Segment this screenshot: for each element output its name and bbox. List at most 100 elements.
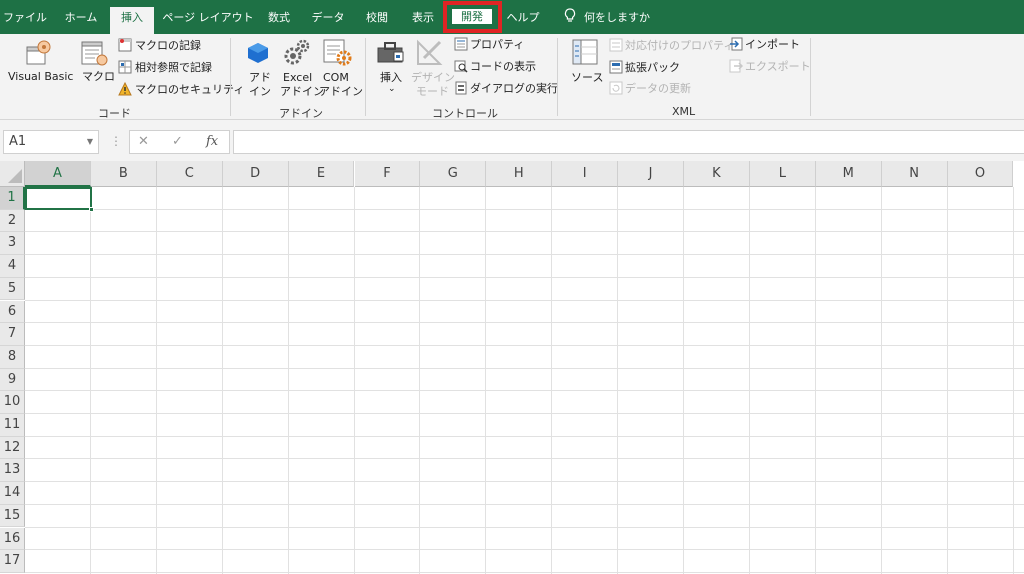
row-gridline (25, 322, 1024, 324)
row-header-3[interactable]: 3 (0, 232, 25, 256)
row-header-12[interactable]: 12 (0, 436, 25, 460)
row-header-15[interactable]: 15 (0, 504, 25, 528)
row-header-1[interactable]: 1 (0, 187, 25, 210)
row-header-13[interactable]: 13 (0, 459, 25, 483)
row-header-7[interactable]: 7 (0, 323, 25, 346)
row-header-14[interactable]: 14 (0, 482, 25, 505)
export-button[interactable]: エクスポート (745, 60, 811, 73)
xml-source-button[interactable]: ソース (571, 71, 603, 84)
column-header-N[interactable]: N (881, 161, 948, 187)
tab-file[interactable]: ファイル (3, 9, 47, 27)
select-all-button[interactable] (0, 161, 25, 187)
column-header-G[interactable]: G (420, 161, 487, 187)
row-gridline (25, 503, 1024, 505)
excel-addins-gear-icon (284, 39, 310, 65)
name-box[interactable]: A1 ▼ (3, 130, 99, 154)
column-gridline (419, 187, 421, 574)
addins-icon (248, 43, 268, 63)
column-header-D[interactable]: D (222, 161, 289, 187)
tab-data[interactable]: データ (308, 9, 348, 27)
row-header-5[interactable]: 5 (0, 277, 25, 301)
chevron-down-icon[interactable]: ⌄ (388, 83, 396, 96)
column-header-C[interactable]: C (156, 161, 223, 187)
properties-button[interactable]: プロパティ (470, 38, 524, 51)
map-properties-button[interactable]: 対応付けのプロパティ (625, 39, 734, 52)
column-header-J[interactable]: J (618, 161, 684, 187)
column-header-F[interactable]: F (354, 161, 421, 187)
row-header-16[interactable]: 16 (0, 527, 25, 551)
column-header-O[interactable]: O (947, 161, 1014, 187)
record-macro-button[interactable]: マクロの記録 (135, 39, 201, 52)
formula-input[interactable] (233, 130, 1024, 154)
tab-formulas[interactable]: 数式 (262, 9, 296, 27)
import-button[interactable]: インポート (745, 38, 800, 51)
xml-source-icon (572, 39, 598, 65)
tab-page-layout[interactable]: ページ レイアウト (162, 9, 254, 27)
tab-review[interactable]: 校閲 (360, 9, 394, 27)
vertical-ellipsis-icon[interactable]: ⋮ (110, 134, 122, 148)
addins-label-1[interactable]: アド (249, 71, 271, 84)
row-header-2[interactable]: 2 (0, 209, 25, 233)
row-header-6[interactable]: 6 (0, 300, 25, 324)
column-gridline (221, 187, 223, 574)
macros-button[interactable]: マクロ (82, 70, 115, 83)
tab-developer[interactable]: 開発 (452, 9, 492, 24)
addins-label-2[interactable]: イン (249, 85, 271, 98)
column-header-L[interactable]: L (749, 161, 816, 187)
row-header-9[interactable]: 9 (0, 368, 25, 392)
refresh-data-button[interactable]: データの更新 (625, 82, 691, 95)
row-header-17[interactable]: 17 (0, 550, 25, 573)
cancel-icon[interactable]: ✕ (138, 134, 149, 149)
column-header-E[interactable]: E (288, 161, 355, 187)
column-header-I[interactable]: I (552, 161, 619, 187)
design-mode-icon (417, 39, 443, 65)
insert-function-icon[interactable]: fx (206, 134, 218, 149)
column-gridline (287, 187, 289, 574)
tab-view[interactable]: 表示 (406, 9, 440, 27)
row-gridline (25, 367, 1024, 369)
view-code-button[interactable]: コードの表示 (470, 60, 536, 73)
relative-reference-button[interactable]: 相対参照で記録 (135, 61, 212, 74)
com-addins-label-1[interactable]: COM (323, 71, 349, 84)
relative-reference-icon (118, 60, 132, 74)
xml-group-label: XML (672, 105, 696, 118)
group-divider (557, 38, 558, 116)
row-gridline (25, 231, 1024, 233)
row-header-8[interactable]: 8 (0, 345, 25, 369)
expansion-packs-icon (609, 60, 623, 74)
column-header-K[interactable]: K (684, 161, 750, 187)
excel-addins-label-1[interactable]: Excel (283, 71, 312, 84)
excel-addins-label-2[interactable]: アドイン (280, 85, 324, 98)
column-header-M[interactable]: M (815, 161, 882, 187)
tab-home[interactable]: ホーム (58, 9, 104, 27)
fill-handle[interactable] (89, 207, 94, 212)
macro-security-button[interactable]: マクロのセキュリティ (135, 83, 244, 96)
formula-bar: A1 ▼ ⋮ ✕ ✓ fx (0, 120, 1024, 161)
row-gridline (25, 299, 1024, 301)
column-header-H[interactable]: H (486, 161, 553, 187)
row-gridline (25, 208, 1024, 210)
visual-basic-button[interactable]: Visual Basic (8, 70, 73, 83)
design-mode-label-1[interactable]: デザイン (411, 71, 455, 84)
tab-insert[interactable]: 挿入 (110, 7, 154, 34)
column-header-B[interactable]: B (90, 161, 157, 187)
active-cell[interactable] (25, 187, 94, 212)
ribbon-tab-bar: ファイル ホーム 挿入 ページ レイアウト 数式 データ 校閲 表示 開発 ヘル… (0, 0, 1024, 34)
macros-icon (81, 41, 108, 66)
formula-buttons: ✕ ✓ fx (129, 130, 230, 154)
row-header-11[interactable]: 11 (0, 414, 25, 437)
row-gridline (25, 526, 1024, 528)
design-mode-label-2[interactable]: モード (416, 85, 449, 98)
column-header-A[interactable]: A (25, 161, 91, 187)
tab-help[interactable]: ヘルプ (504, 9, 542, 27)
row-header-4[interactable]: 4 (0, 255, 25, 278)
name-box-dropdown-icon[interactable]: ▼ (87, 131, 93, 153)
com-addins-label-2[interactable]: アドイン (319, 85, 363, 98)
enter-icon[interactable]: ✓ (172, 134, 183, 149)
column-gridline (946, 187, 948, 574)
run-dialog-button[interactable]: ダイアログの実行 (470, 82, 558, 95)
row-header-10[interactable]: 10 (0, 391, 25, 414)
tell-me-search[interactable]: 何をしますか (584, 9, 650, 27)
expansion-packs-button[interactable]: 拡張パック (625, 61, 680, 74)
row-gridline (25, 435, 1024, 437)
